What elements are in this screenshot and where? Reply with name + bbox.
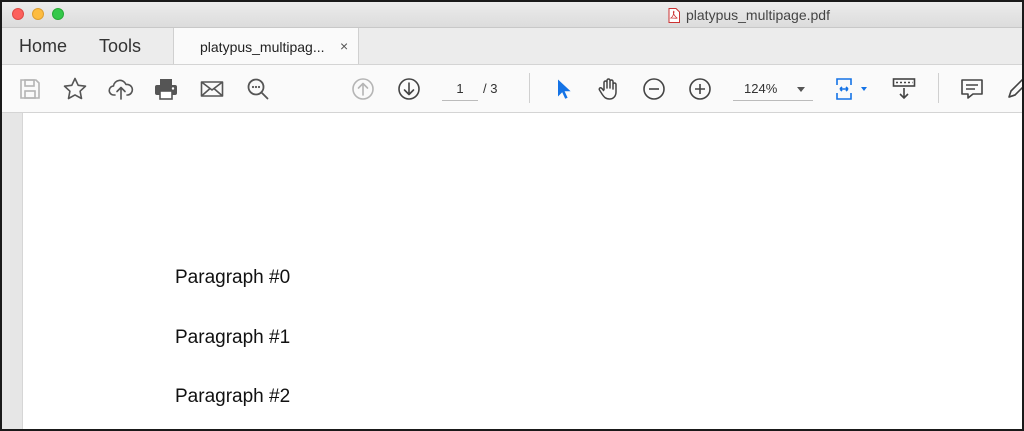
star-icon[interactable] <box>62 76 88 102</box>
window-minimize-button[interactable] <box>32 8 44 20</box>
document-tab-close-icon[interactable]: × <box>340 38 348 54</box>
toolbar-divider <box>938 73 939 103</box>
toolbar-divider <box>529 73 530 103</box>
paragraph-text: Paragraph #1 <box>175 327 291 348</box>
pdf-file-icon <box>668 7 680 23</box>
left-gutter <box>2 113 23 429</box>
tab-tools[interactable]: Tools <box>99 36 141 57</box>
tab-home[interactable]: Home <box>19 36 67 57</box>
document-tab-label: platypus_multipag... <box>200 39 325 55</box>
search-icon[interactable] <box>245 76 271 102</box>
scrolling-mode-icon[interactable] <box>891 76 917 102</box>
window-title-text: platypus_multipage.pdf <box>686 7 830 23</box>
comment-icon[interactable] <box>959 76 985 102</box>
toolbar: 1 / 3 124% <box>2 65 1022 113</box>
window-title: platypus_multipage.pdf <box>668 6 830 24</box>
hand-tool-icon[interactable] <box>596 76 622 102</box>
select-cursor-icon[interactable] <box>550 76 576 102</box>
save-icon[interactable] <box>17 76 43 102</box>
pdf-page[interactable]: Paragraph #0 Paragraph #1 Paragraph #2 <box>23 113 1022 429</box>
acrobat-window: platypus_multipage.pdf Home Tools platyp… <box>0 0 1024 431</box>
zoom-out-icon[interactable] <box>641 76 667 102</box>
tab-bar: Home Tools platypus_multipag... × <box>2 28 1022 65</box>
paragraph-text: Paragraph #0 <box>175 267 291 288</box>
zoom-level-value: 124% <box>744 81 778 96</box>
document-tab[interactable]: platypus_multipag... × <box>173 28 359 64</box>
fit-page-icon[interactable] <box>834 76 870 102</box>
next-page-icon[interactable] <box>396 76 422 102</box>
zoom-in-icon[interactable] <box>687 76 713 102</box>
email-icon[interactable] <box>199 76 225 102</box>
chevron-down-icon <box>797 87 805 92</box>
cloud-upload-icon[interactable] <box>108 76 134 102</box>
page-number-input[interactable]: 1 <box>442 78 478 101</box>
print-icon[interactable] <box>153 76 179 102</box>
previous-page-icon[interactable] <box>350 76 376 102</box>
window-close-button[interactable] <box>12 8 24 20</box>
window-zoom-button[interactable] <box>52 8 64 20</box>
title-bar: platypus_multipage.pdf <box>2 2 1022 28</box>
zoom-level-select[interactable]: 124% <box>733 78 813 101</box>
paragraph-text: Paragraph #2 <box>175 386 291 407</box>
page-total-label: / 3 <box>483 81 498 96</box>
pen-icon[interactable] <box>1004 76 1022 102</box>
